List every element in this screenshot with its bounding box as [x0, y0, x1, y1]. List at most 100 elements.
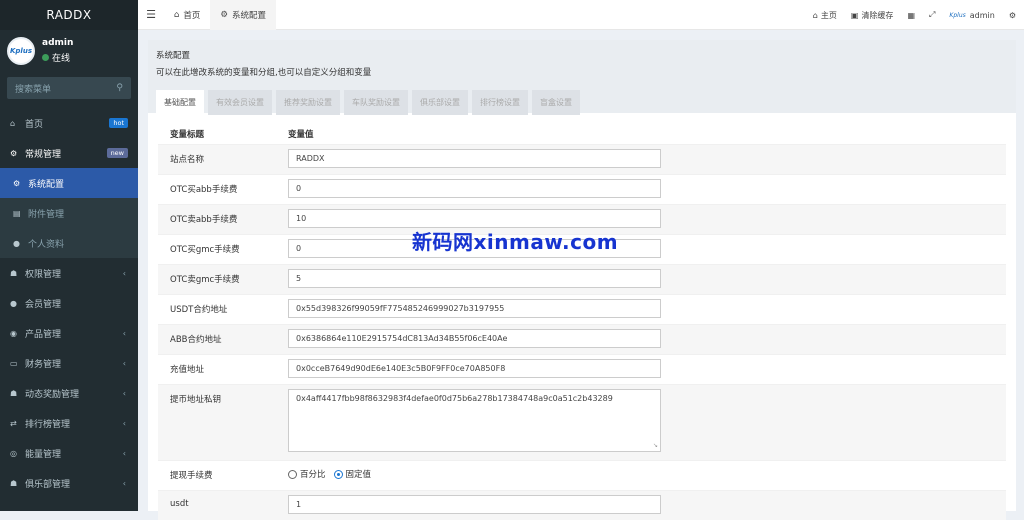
radio-percent[interactable]	[288, 469, 297, 479]
table-row: 提币地址私钥 0x4aff4417fbb98f8632983f4defae0f0…	[158, 384, 1006, 460]
table-row: OTC买abb手续费 0	[158, 174, 1006, 204]
column-value: 变量值	[288, 130, 314, 140]
abb-contract-field[interactable]: 0x6386864e110E2915754dC813Ad34B55f06cE40…	[288, 329, 661, 348]
panel-header: 系统配置 可以在此增改系统的变量和分组,也可以自定义分组和变量 基础配置 有效会…	[148, 40, 1016, 115]
sidebar-item-dashboard[interactable]: ⌂ 首页 hot	[0, 108, 138, 138]
chevron-left-icon: ‹	[122, 358, 126, 368]
file-icon: ▤	[13, 208, 21, 218]
group-icon: ☗	[10, 268, 18, 278]
tab-ranking[interactable]: 排行榜设置	[472, 90, 528, 115]
tab-system-config[interactable]: ⚙ 系统配置	[210, 0, 277, 30]
sidebar-item-ranking[interactable]: ⇄ 排行榜管理 ‹	[0, 408, 138, 438]
config-table: 变量标题 变量值 站点名称 RADDX OTC买abb手续费 0 OTC卖abb…	[158, 124, 1006, 520]
sidebar-item-energy[interactable]: ◎ 能量管理 ‹	[0, 438, 138, 468]
sidebar-item-finance[interactable]: ▭ 财务管理 ‹	[0, 348, 138, 378]
users-icon: ☗	[10, 388, 18, 398]
chevron-left-icon: ‹	[122, 418, 126, 428]
table-row: OTC卖gmc手续费 5	[158, 264, 1006, 294]
otc-buy-abb-fee-field[interactable]: 0	[288, 179, 661, 198]
search-placeholder: 搜索菜单	[15, 84, 52, 95]
home-icon: ⌂	[812, 10, 818, 20]
chevron-left-icon: ‹	[122, 328, 126, 338]
sidebar: RADDX Kplus admin 在线 搜索菜单 ⚲ ⌂ 首页 hot ⚙ 常规管理…	[0, 0, 138, 511]
online-dot-icon	[42, 54, 49, 61]
gear-icon: ⚙	[13, 178, 21, 188]
otc-sell-gmc-fee-field[interactable]: 5	[288, 269, 661, 288]
sidebar-item-products[interactable]: ◉ 产品管理 ‹	[0, 318, 138, 348]
new-badge: new	[106, 148, 128, 158]
clear-cache-button[interactable]: ▣ 清除缓存	[844, 10, 901, 21]
main-content: 系统配置 可以在此增改系统的变量和分组,也可以自定义分组和变量 基础配置 有效会…	[138, 30, 1024, 520]
table-row: 站点名称 RADDX	[158, 144, 1006, 174]
trash-icon: ▣	[850, 10, 859, 20]
chevron-left-icon: ‹	[122, 268, 126, 278]
page-title: 系统配置	[156, 51, 191, 61]
tab-club[interactable]: 俱乐部设置	[412, 90, 468, 115]
user-name: admin	[42, 38, 74, 48]
row-label: usdt	[170, 499, 189, 509]
sidebar-item-rewards[interactable]: ☗ 动态奖励管理 ‹	[0, 378, 138, 408]
fullscreen-icon[interactable]: ⤢	[922, 10, 942, 20]
hot-badge: hot	[109, 118, 128, 128]
page-description: 可以在此增改系统的变量和分组,也可以自定义分组和变量	[156, 68, 372, 78]
dashboard-icon: ⌂	[174, 9, 180, 20]
sidebar-item-permissions[interactable]: ☗ 权限管理 ‹	[0, 258, 138, 288]
row-label: 提现手续费	[170, 471, 213, 481]
search-input[interactable]: 搜索菜单 ⚲	[7, 77, 131, 99]
sidebar-item-profile[interactable]: ● 个人资料	[0, 228, 138, 258]
table-row: USDT合约地址 0x55d398326f99059fF775485246999…	[158, 294, 1006, 324]
table-row: usdt 1	[158, 490, 1006, 520]
user-menu[interactable]: Kplus admin	[942, 11, 1001, 20]
tab-basic[interactable]: 基础配置	[156, 90, 204, 115]
table-row: 充值地址 0x0cceB7649d90dE6e140E3c5B0F9FF0ce7…	[158, 354, 1006, 384]
tab-referral-reward[interactable]: 推荐奖励设置	[276, 90, 340, 115]
user-icon: ●	[10, 298, 17, 308]
sidebar-item-general[interactable]: ⚙ 常规管理 new	[0, 138, 138, 168]
menu-toggle-icon[interactable]: ☰	[138, 8, 164, 21]
sidebar-item-members[interactable]: ● 会员管理	[0, 288, 138, 318]
tab-team-reward[interactable]: 车队奖励设置	[344, 90, 408, 115]
table-row: 提现手续费 百分比 固定值	[158, 460, 1006, 490]
sidebar-item-attachments[interactable]: ▤ 附件管理	[0, 198, 138, 228]
avatar-small-icon: Kplus	[949, 11, 966, 19]
resize-handle-icon[interactable]: ↘	[653, 442, 658, 449]
row-label: OTC买abb手续费	[170, 185, 238, 195]
row-label: 提币地址私钥	[170, 395, 222, 405]
config-tabs: 基础配置 有效会员设置 推荐奖励设置 车队奖励设置 俱乐部设置 排行榜设置 盲盒…	[156, 90, 1008, 115]
dashboard-icon: ⌂	[10, 118, 16, 128]
sidebar-menu: ⌂ 首页 hot ⚙ 常规管理 new ⚙ 系统配置 ▤ 附件管理 ● 个人资料 ☗ 权限管理 ‹…	[0, 108, 138, 498]
cogs-icon: ⚙	[10, 148, 18, 158]
tab-home[interactable]: ⌂ 首页	[164, 0, 210, 30]
sidebar-item-club[interactable]: ☗ 俱乐部管理 ‹	[0, 468, 138, 498]
chevron-left-icon: ‹	[122, 478, 126, 488]
brand-logo[interactable]: RADDX	[0, 0, 138, 30]
row-label: 站点名称	[170, 155, 205, 165]
radio-percent-label[interactable]: 百分比	[300, 468, 326, 480]
row-label: 充值地址	[170, 365, 205, 375]
chevron-left-icon: ‹	[122, 388, 126, 398]
shuffle-icon: ⇄	[10, 418, 17, 428]
top-bar-actions: ⌂ 主页 ▣ 清除缓存 ▦ ⤢ Kplus admin ⚙	[806, 0, 1024, 30]
search-icon[interactable]: ⚲	[116, 83, 123, 93]
site-name-field[interactable]: RADDX	[288, 149, 661, 168]
user-status: 在线	[42, 51, 73, 64]
user-panel: Kplus admin 在线	[0, 30, 138, 72]
tab-valid-member[interactable]: 有效会员设置	[208, 90, 272, 115]
row-label: OTC卖gmc手续费	[170, 275, 240, 285]
home-link[interactable]: ⌂ 主页	[806, 10, 844, 21]
private-key-textarea[interactable]: 0x4aff4417fbb98f8632983f4defae0f0d75b6a2…	[288, 389, 661, 452]
watermark: 新码网xinmaw.com	[412, 230, 619, 254]
radio-fixed[interactable]	[333, 469, 343, 479]
sidebar-item-system-config[interactable]: ⚙ 系统配置	[0, 168, 138, 198]
usdt-field[interactable]: 1	[288, 495, 661, 514]
chevron-left-icon: ‹	[122, 448, 126, 458]
settings-icon[interactable]: ⚙	[1002, 11, 1024, 20]
radio-fixed-label[interactable]: 固定值	[346, 468, 372, 480]
usdt-contract-field[interactable]: 0x55d398326f99059fF775485246999027b31979…	[288, 299, 661, 318]
withdraw-fee-radio-group: 百分比 固定值	[288, 465, 1006, 483]
language-icon[interactable]: ▦	[900, 11, 922, 20]
deposit-address-field[interactable]: 0x0cceB7649d90dE6e140E3c5B0F9FF0ce70A850…	[288, 359, 661, 378]
tab-blind-box[interactable]: 盲盒设置	[532, 90, 580, 115]
card-icon: ▭	[10, 358, 18, 368]
energy-icon: ◎	[10, 448, 17, 458]
